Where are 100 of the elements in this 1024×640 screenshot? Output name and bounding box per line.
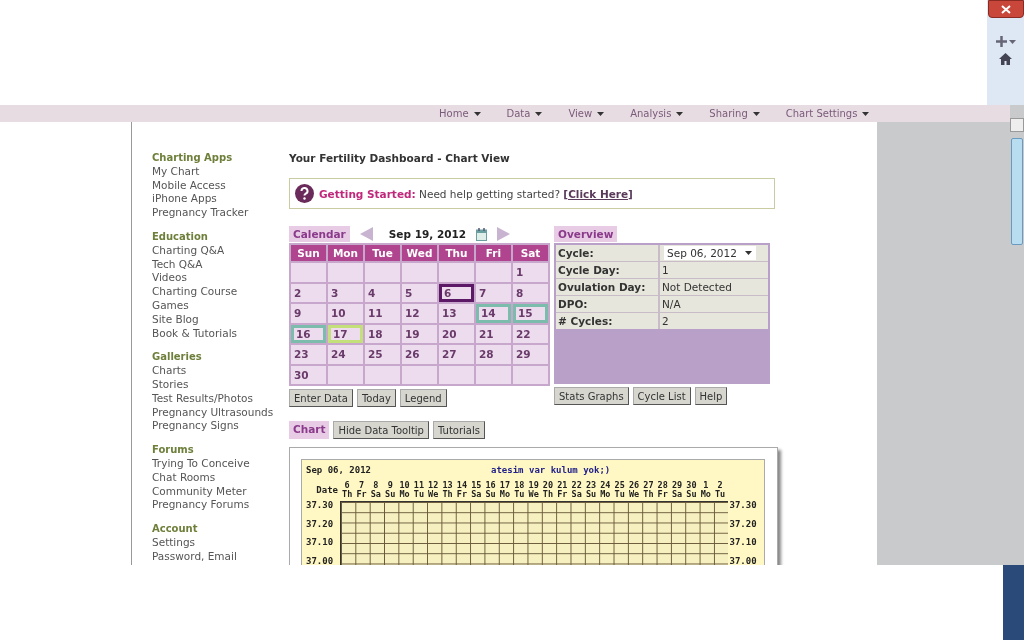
nav-menu-item[interactable]: Chart Settings <box>772 105 883 122</box>
calendar-day[interactable]: 17 <box>328 324 363 343</box>
scroll-up-button[interactable] <box>1010 118 1024 132</box>
nav-menu-item[interactable]: Home <box>426 105 494 122</box>
sidebar-link[interactable]: Charting Course <box>152 285 289 299</box>
sidebar-link[interactable]: Mobile Access <box>152 178 289 193</box>
calendar-day[interactable]: 30 <box>291 365 326 384</box>
sidebar-link[interactable]: Pregnancy Tracker <box>152 206 289 220</box>
chart-button[interactable]: Tutorials <box>433 421 485 439</box>
close-button[interactable] <box>987 0 1024 18</box>
empty-calendar-cell <box>439 263 474 282</box>
sidebar-link[interactable]: Site Blog <box>152 312 289 327</box>
date-column-label: 2 Tu <box>714 481 727 499</box>
chart-title: atesim var kulum yok;) <box>491 465 611 475</box>
calendar-day[interactable]: 7 <box>476 283 511 302</box>
calendar-day[interactable]: 20 <box>439 324 474 343</box>
sidebar-link[interactable]: Settings <box>152 535 289 550</box>
sidebar-link[interactable]: Chat Rooms <box>152 470 289 485</box>
sidebar-link[interactable]: Charts <box>152 364 289 378</box>
calendar-day[interactable]: 15 <box>513 304 548 323</box>
date-axis-label: Date <box>315 485 339 495</box>
overview-button[interactable]: Cycle List <box>632 387 691 405</box>
calendar-day[interactable]: 13 <box>439 304 474 323</box>
calendar-day[interactable]: 1 <box>513 263 548 282</box>
calendar-button[interactable]: Today <box>356 389 396 407</box>
calendar-day[interactable]: 19 <box>402 324 437 343</box>
page-title: Your Fertility Dashboard - Chart View <box>289 151 511 165</box>
calendar-day[interactable]: 11 <box>365 304 400 323</box>
nav-menu-item[interactable]: Data <box>493 105 556 122</box>
sidebar-link[interactable]: My Chart <box>152 164 289 179</box>
sidebar-link[interactable]: Pregnancy Forums <box>152 498 289 513</box>
chart-button[interactable]: Hide Data Tooltip <box>333 421 429 439</box>
calendar-day[interactable]: 25 <box>365 345 400 364</box>
cycle-select[interactable]: Sep 06, 2012 <box>664 246 756 260</box>
sidebar-link[interactable]: Games <box>152 298 289 313</box>
nav-menu-item[interactable]: Analysis <box>617 105 697 122</box>
overview-label-cell: Cycle Day: <box>556 262 658 278</box>
sidebar-link[interactable]: iPhone Apps <box>152 192 289 207</box>
calendar-day[interactable]: 12 <box>402 304 437 323</box>
date-column-label: 21 Fr <box>556 481 569 499</box>
calendar-day[interactable]: 3 <box>328 283 363 302</box>
calendar-day[interactable]: 2 <box>291 283 326 302</box>
calendar-day[interactable]: 6 <box>439 283 474 302</box>
calendar-button[interactable]: Legend <box>399 389 447 407</box>
date-column-label: 23 Su <box>584 481 598 499</box>
date-column-label: 7 Fr <box>355 481 368 499</box>
scrollbar[interactable] <box>1010 105 1024 565</box>
date-column-label: 1 Mo <box>699 481 712 499</box>
calendar-day[interactable]: 23 <box>291 345 326 364</box>
caret-icon <box>862 111 870 116</box>
overview-button[interactable]: Stats Graphs <box>554 387 629 405</box>
overview-label-cell: # Cycles: <box>556 313 658 329</box>
nav-menu-item[interactable]: View <box>555 105 618 122</box>
sidebar-link[interactable]: Community Meter <box>152 484 289 499</box>
sidebar-link[interactable]: Tech Q&A <box>152 257 289 272</box>
overview-button[interactable]: Help <box>694 387 728 405</box>
caret-icon[interactable] <box>1008 39 1016 44</box>
overview-label-cell: Cycle: <box>556 245 658 261</box>
home-icon[interactable] <box>999 53 1012 65</box>
calendar-day[interactable]: 28 <box>476 345 511 364</box>
caret-icon <box>473 111 481 116</box>
caret-icon <box>752 111 760 116</box>
calendar-day[interactable]: 10 <box>328 304 363 323</box>
calendar-day[interactable]: 16 <box>291 324 326 343</box>
calendar-day[interactable]: 21 <box>476 324 511 343</box>
nav-menu-item[interactable]: Sharing <box>696 105 773 122</box>
sidebar-link[interactable]: Charting Q&A <box>152 243 289 258</box>
calendar-day[interactable]: 5 <box>402 283 437 302</box>
calendar-button[interactable]: Enter Data <box>289 389 353 407</box>
scrollbar-thumb[interactable] <box>1011 138 1023 245</box>
calendar-day[interactable]: 24 <box>328 345 363 364</box>
sidebar-link[interactable]: Password, Email <box>152 549 289 564</box>
sidebar-link[interactable]: Trying To Conceive <box>152 456 289 471</box>
calendar-day[interactable]: 22 <box>513 324 548 343</box>
sidebar-link[interactable]: Stories <box>152 377 289 392</box>
temperature-label: 37.00 <box>306 556 335 565</box>
caret-icon <box>535 111 543 116</box>
calendar-day[interactable]: 9 <box>291 304 326 323</box>
sidebar-link[interactable]: Pregnancy Ultrasounds <box>152 405 289 420</box>
calendar-date: Sep 19, 2012 <box>388 228 467 240</box>
calendar-day[interactable]: 8 <box>513 283 548 302</box>
date-column-label: 22 Sa <box>570 481 583 499</box>
temperature-label: 37.30 <box>306 501 335 511</box>
sidebar-link[interactable]: Book & Tutorials <box>152 326 289 341</box>
sidebar-link[interactable]: Test Results/Photos <box>152 391 289 406</box>
calendar-day[interactable]: 29 <box>513 345 548 364</box>
overview-value-cell: Not Detected <box>660 279 768 295</box>
date-column-label: 6 Th <box>341 481 354 499</box>
calendar-day[interactable]: 14 <box>476 304 511 323</box>
sidebar-link[interactable]: Videos <box>152 271 289 286</box>
calendar-day[interactable]: 4 <box>365 283 400 302</box>
click-here-link[interactable]: [Click Here] <box>563 187 633 200</box>
calendar-day[interactable]: 26 <box>402 345 437 364</box>
plus-icon[interactable] <box>995 36 1007 47</box>
caret-icon <box>597 111 605 116</box>
calendar-day[interactable]: 18 <box>365 324 400 343</box>
sidebar-link[interactable]: Pregnancy Signs <box>152 419 289 434</box>
sidebar-heading: Account <box>152 522 199 536</box>
calendar-icon[interactable] <box>476 227 488 241</box>
calendar-day[interactable]: 27 <box>439 345 474 364</box>
